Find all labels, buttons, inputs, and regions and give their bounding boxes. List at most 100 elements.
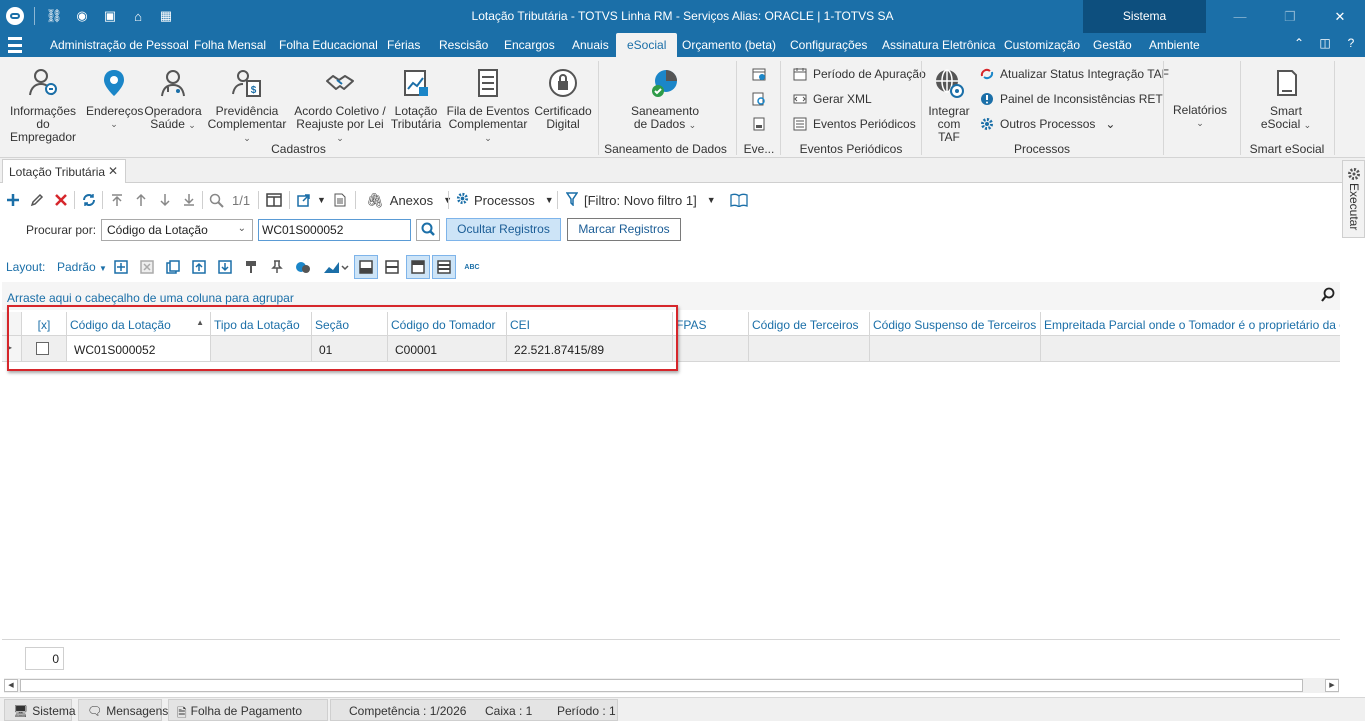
close-icon[interactable]: ✕ [1315,0,1365,33]
delete-icon[interactable] [54,192,68,208]
previous-record-icon[interactable] [134,192,148,208]
painel-de-inconsistencias-ret-button[interactable]: Painel de Inconsistências RET [980,92,1163,106]
integrar-com-taf-button[interactable]: Integrar com TAF [926,67,972,144]
restore-icon[interactable]: ❐ [1265,0,1315,33]
app-menu-icon[interactable] [8,37,22,53]
menu-configuracoes[interactable]: Configurações [790,33,867,57]
next-record-icon[interactable] [158,192,172,208]
book-icon[interactable] [730,192,748,208]
collapse-ribbon-icon[interactable]: ⌃ [1291,36,1307,50]
informacoes-do-empregador-button[interactable]: Informações do Empregador [6,67,80,144]
search-button[interactable] [416,219,440,241]
layout-icon[interactable]: ◫ [1317,36,1333,50]
search-field-select[interactable]: Código da Lotação ⌄ [101,219,253,241]
cell-codigo-suspenso-terceiros[interactable] [870,336,1041,362]
previdencia-complementar-button[interactable]: $ Previdência Complementar ⌄ [204,67,290,145]
menu-customizacao[interactable]: Customização [1004,33,1080,57]
cell-empreitada-parcial[interactable] [1041,336,1340,362]
menu-folha-mensal[interactable]: Folha Mensal [194,33,266,57]
saneamento-de-dados-button[interactable]: Saneamento de Dados ⌄ [626,67,704,132]
menu-anuais[interactable]: Anuais [572,33,609,57]
status-tab-mensagens[interactable]: 🗨 Mensagens [78,699,168,721]
search-input[interactable]: WC01S000052 [258,219,411,241]
last-record-icon[interactable] [182,192,196,208]
lotacao-tributaria-button[interactable]: Lotação Tributária [390,67,442,131]
menu-encargos[interactable]: Encargos [504,33,555,57]
column-header-codigo-suspenso-terceiros[interactable]: Código Suspenso de Terceiros [870,312,1041,336]
view-icon[interactable]: ◉ [73,7,91,25]
column-header-empreitada-parcial[interactable]: Empreitada Parcial onde o Tomador é o pr… [1041,312,1340,336]
layout-toggle-1-icon[interactable] [354,255,378,279]
event-small-button-3[interactable] [752,117,766,131]
edit-icon[interactable] [30,192,44,208]
menu-assinatura-eletronica[interactable]: Assinatura Eletrônica [882,33,995,57]
fila-de-eventos-button[interactable]: Fila de Eventos Complementar ⌄ [444,67,532,145]
menu-folha-educacional[interactable]: Folha Educacional [279,33,378,57]
remove-layout-icon[interactable] [138,258,156,276]
ocultar-registros-button[interactable]: Ocultar Registros [446,218,561,241]
paint-icon[interactable] [242,258,260,276]
horizontal-scrollbar[interactable]: ◀ ▶ [4,678,1339,693]
outros-processos-button[interactable]: Outros Processos ⌄ [980,117,1115,131]
status-tab-sistema[interactable]: 🖥 Sistema [4,699,76,721]
menu-ambiente[interactable]: Ambiente [1149,33,1200,57]
event-small-button-1[interactable] [752,67,766,81]
refresh-icon[interactable] [81,192,97,208]
scroll-left-icon[interactable]: ◀ [4,679,18,692]
certificado-digital-button[interactable]: Certificado Digital [534,67,592,131]
acordo-coletivo-button[interactable]: Acordo Coletivo / Reajuste por Lei ⌄ [292,67,388,145]
operadora-saude-button[interactable]: Operadora Saúde ⌄ [144,67,202,132]
menu-gestao[interactable]: Gestão [1093,33,1132,57]
minimize-icon[interactable]: — [1215,0,1265,33]
executar-side-panel[interactable]: Executar [1342,160,1365,238]
menu-ferias[interactable]: Férias [387,33,420,57]
pin-icon[interactable] [268,258,286,276]
chart-icon[interactable] [322,258,350,276]
gerar-xml-button[interactable]: Gerar XML [793,92,872,106]
layout-toggle-3-icon[interactable] [406,255,430,279]
menu-orcamento[interactable]: Orçamento (beta) [682,33,776,57]
filter-button[interactable]: [Filtro: Novo filtro 1] ▼ [565,191,716,208]
menu-esocial[interactable]: eSocial [616,33,678,57]
cell-fpas[interactable] [673,336,749,362]
search-icon[interactable] [1320,287,1336,306]
totvs-logo-icon[interactable] [6,7,24,25]
processos-button[interactable]: Processos ▼ [456,192,554,208]
screen-icon[interactable]: ▣ [101,7,119,25]
org-chart-icon[interactable]: ⛓ [45,7,63,25]
export-icon[interactable] [297,192,311,208]
spellcheck-icon[interactable]: ABC [462,258,482,276]
help-icon[interactable]: ? [1343,36,1359,50]
smart-esocial-button[interactable]: Smart eSocial ⌄ [1256,67,1316,132]
report-icon[interactable] [334,192,346,208]
marcar-registros-button[interactable]: Marcar Registros [567,218,681,241]
scroll-right-icon[interactable]: ▶ [1325,679,1339,692]
menu-administracao-de-pessoal[interactable]: Administração de Pessoal [50,33,189,57]
layout-toggle-2-icon[interactable] [383,258,401,276]
periodo-de-apuracao-button[interactable]: Período de Apuração [793,67,926,81]
column-header-codigo-terceiros[interactable]: Código de Terceiros [749,312,870,336]
home-icon[interactable]: ⌂ [129,7,147,25]
anexos-button[interactable]: 🖇 Anexos ▼ [366,192,452,208]
layout-toggle-4-icon[interactable] [432,255,456,279]
zoom-icon[interactable] [209,192,224,208]
add-icon[interactable] [6,192,20,208]
color-icon[interactable] [294,258,312,276]
menu-rescisao[interactable]: Rescisão [439,33,488,57]
copy-layout-icon[interactable] [164,258,182,276]
tab-lotacao-tributaria[interactable]: Lotação Tributária ✕ [2,159,126,183]
enderecos-button[interactable]: Endereços ⌄ [86,67,143,131]
cell-codigo-terceiros[interactable] [749,336,870,362]
close-tab-icon[interactable]: ✕ [108,164,118,178]
chevron-down-icon[interactable]: ▼ [317,192,326,208]
atualizar-status-integracao-taf-button[interactable]: Atualizar Status Integração TAF [980,67,1169,81]
first-record-icon[interactable] [110,192,124,208]
event-small-button-2[interactable] [752,92,766,106]
calculator-icon[interactable]: ▦ [157,7,175,25]
eventos-periodicos-button[interactable]: Eventos Periódicos [793,117,916,131]
column-header-fpas[interactable]: FPAS [673,312,749,336]
columns-icon[interactable] [266,192,282,208]
download-layout-icon[interactable] [216,258,234,276]
upload-layout-icon[interactable] [190,258,208,276]
relatorios-button[interactable]: Relatórios ⌄ [1170,104,1230,130]
